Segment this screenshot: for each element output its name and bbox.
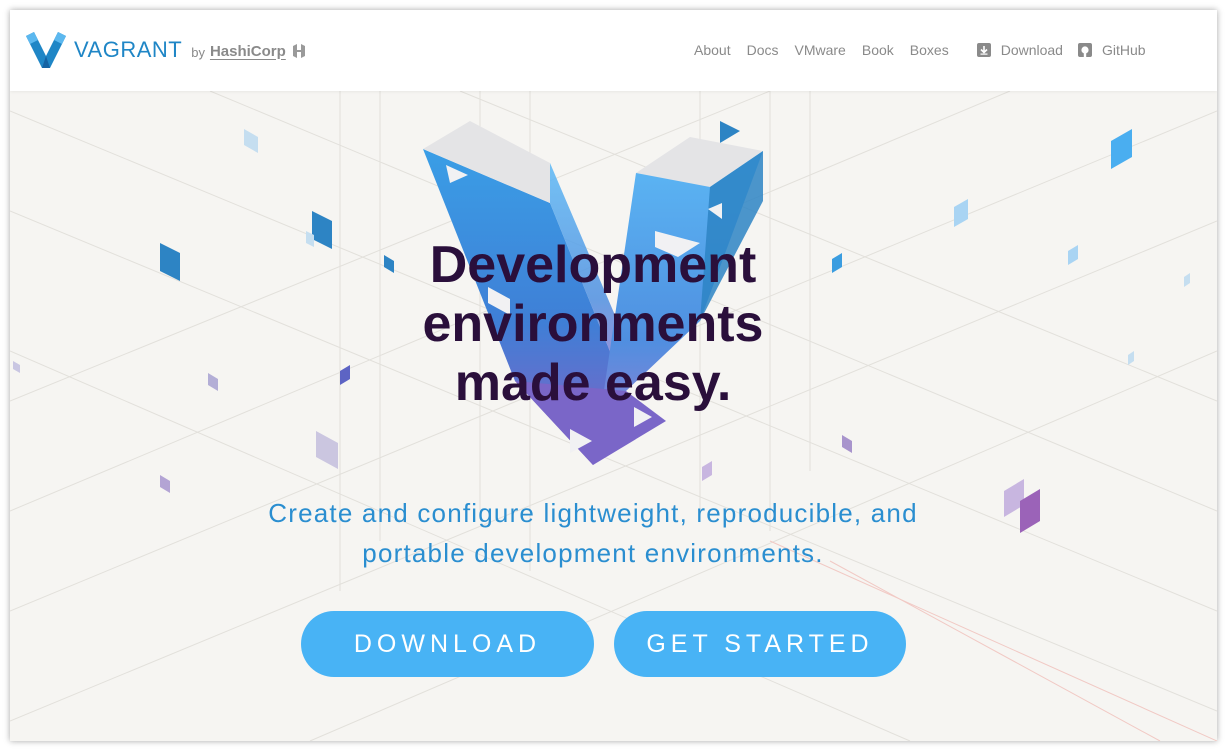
get-started-button[interactable]: GET STARTED bbox=[614, 611, 906, 677]
nav-about[interactable]: About bbox=[694, 42, 731, 58]
nav-download-label: Download bbox=[1000, 42, 1063, 58]
brand-link[interactable]: VAGRANT by HashiCorp bbox=[24, 30, 307, 70]
headline-line-1: Development bbox=[429, 236, 757, 294]
nav-github[interactable]: GitHub bbox=[1077, 42, 1146, 58]
vagrant-logo-icon bbox=[26, 32, 66, 68]
nav-docs[interactable]: Docs bbox=[747, 42, 779, 58]
subline-line-2: portable development environments. bbox=[362, 538, 824, 568]
hashicorp-link[interactable]: HashiCorp bbox=[210, 43, 286, 60]
hashicorp-logo-icon bbox=[292, 44, 305, 58]
brand-by: by bbox=[191, 44, 205, 60]
site-header: VAGRANT by HashiCorp About Docs VMware B… bbox=[10, 10, 1217, 91]
brand-name: VAGRANT bbox=[74, 37, 183, 62]
nav-github-label: GitHub bbox=[1101, 42, 1146, 58]
hero-subline: Create and configure lightweight, reprod… bbox=[10, 493, 1176, 573]
download-button[interactable]: DOWNLOAD bbox=[301, 611, 594, 677]
nav-vmware[interactable]: VMware bbox=[795, 42, 846, 58]
nav-book[interactable]: Book bbox=[862, 42, 894, 58]
subline-line-1: Create and configure lightweight, reprod… bbox=[268, 498, 918, 528]
headline-line-2: environments bbox=[422, 295, 764, 353]
download-icon bbox=[976, 43, 991, 57]
hero-headline: Development environments made easy. bbox=[10, 236, 1176, 413]
main-nav: About Docs VMware Book Boxes Download Gi… bbox=[694, 42, 1161, 58]
github-icon bbox=[1077, 43, 1092, 57]
browser-window: VAGRANT by HashiCorp About Docs VMware B… bbox=[10, 10, 1217, 741]
headline-line-3: made easy. bbox=[454, 354, 732, 412]
nav-boxes[interactable]: Boxes bbox=[910, 42, 949, 58]
nav-download[interactable]: Download bbox=[976, 42, 1063, 58]
